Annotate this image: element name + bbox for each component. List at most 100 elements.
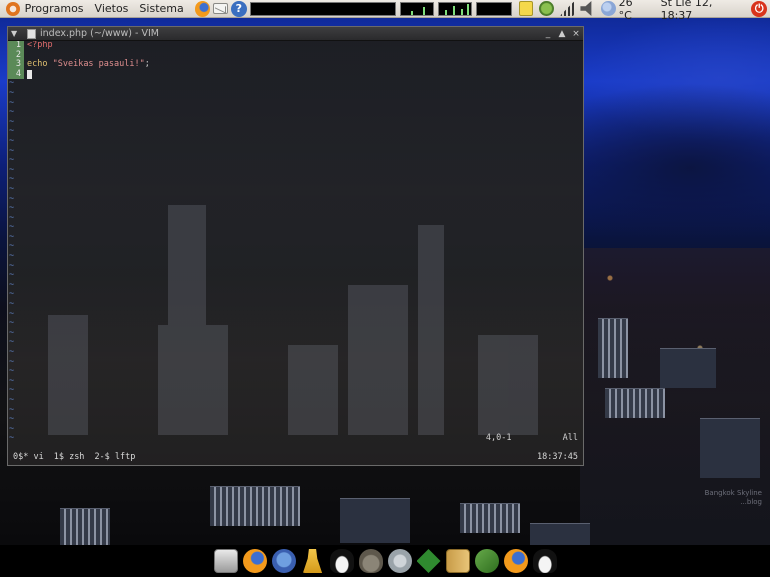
empty-buffer-line: ~	[8, 357, 583, 368]
code-token: ;	[144, 59, 150, 70]
building	[460, 503, 520, 533]
system-monitor-cpu[interactable]	[249, 1, 396, 16]
gimp-icon[interactable]	[358, 549, 383, 573]
firefox-icon[interactable]	[242, 549, 267, 573]
code-line[interactable]: 3 echo "Sveikas pasauli!";	[8, 59, 583, 70]
empty-buffer-line: ~	[8, 194, 583, 205]
minimize-button[interactable]: _	[541, 29, 555, 39]
code-token: echo	[27, 59, 48, 70]
watermark-line: Bangkok Skyline	[704, 489, 762, 497]
code-line[interactable]: 4	[8, 69, 583, 80]
volume-icon[interactable]	[580, 1, 592, 16]
empty-buffer-line: ~	[8, 88, 583, 99]
tux-icon[interactable]	[329, 549, 354, 573]
building	[598, 318, 628, 378]
menu-places[interactable]: Vietos	[95, 2, 129, 15]
empty-buffer-line: ~	[8, 347, 583, 358]
bottom-dock	[0, 545, 770, 577]
text-cursor	[27, 69, 32, 79]
disk-icon[interactable]	[387, 549, 412, 573]
empty-buffer-line: ~	[8, 242, 583, 252]
notes-icon[interactable]	[518, 1, 534, 16]
system-monitor-mem[interactable]	[399, 1, 435, 16]
building	[700, 418, 760, 478]
empty-buffer-line: ~	[8, 156, 583, 166]
ruler-position: 4,0-1	[485, 433, 512, 444]
empty-buffer-line: ~	[8, 338, 583, 348]
empty-buffer-line: ~	[8, 415, 583, 425]
tux-icon[interactable]	[532, 549, 557, 573]
firefox-icon[interactable]	[194, 0, 211, 17]
mail-icon[interactable]	[213, 3, 229, 14]
empty-buffer-line: ~	[8, 146, 583, 157]
code-token: <?php	[27, 41, 53, 50]
empty-buffer-line: ~	[8, 376, 583, 387]
empty-buffer-line: ~	[8, 367, 583, 377]
window-title: index.php (~/www) - VIM	[40, 28, 159, 39]
menu-applications[interactable]: Programos	[25, 2, 84, 15]
temperature-label[interactable]: 26 °C	[619, 0, 649, 22]
screen-status-bar: 0$* vi 1$ zsh 2-$ lftp 18:37:45	[8, 450, 583, 465]
empty-buffer-line: ~	[8, 108, 583, 118]
power-icon[interactable]: ⏻	[751, 0, 767, 17]
help-icon[interactable]: ?	[231, 0, 247, 17]
weather-icon[interactable]	[601, 1, 616, 16]
empty-buffer-line: ~	[8, 328, 583, 339]
vim-window[interactable]: ▼ index.php (~/www) - VIM _ ▲ × 1 <?php 2 3…	[7, 26, 584, 466]
vim-icon[interactable]	[416, 549, 441, 573]
wallpaper-watermark: Bangkok Skyline ...blog	[705, 489, 762, 507]
empty-buffer-line: ~	[8, 395, 583, 406]
empty-buffer-line: ~	[8, 184, 583, 195]
window-titlebar[interactable]: ▼ index.php (~/www) - VIM _ ▲ ×	[8, 27, 583, 41]
code-token: "Sveikas pasauli!"	[52, 59, 145, 70]
empty-buffer-line: ~	[8, 79, 583, 89]
empty-buffer-line: ~	[8, 223, 583, 233]
ubuntu-logo-icon[interactable]	[6, 1, 20, 16]
system-monitor-net[interactable]	[438, 1, 473, 16]
empty-buffer-line: ~	[8, 280, 583, 291]
tilde-marker: ~	[9, 433, 15, 444]
pawn-icon[interactable]	[302, 549, 323, 573]
archive-icon[interactable]	[445, 549, 470, 573]
empty-buffer-line: ~	[8, 405, 583, 416]
pidgin-icon[interactable]	[271, 549, 296, 573]
system-monitor-disk[interactable]	[476, 1, 512, 16]
signal-strength-icon[interactable]	[559, 1, 575, 16]
empty-buffer-line: ~	[8, 203, 583, 214]
screen-window-tab[interactable]: 1$ zsh	[54, 452, 85, 463]
code-line[interactable]: 1 <?php	[8, 41, 583, 51]
top-panel: Programos Vietos Sistema ? 26 °C Št Lie …	[0, 0, 770, 22]
empty-buffer-line: ~	[8, 127, 583, 137]
clock[interactable]: Št Lie 12, 18:37	[661, 0, 746, 22]
document-icon	[27, 28, 36, 39]
code-editor[interactable]: 1 <?php 2 3 echo "Sveikas pasauli!"; 4 ~ ~ ~ ~ ~ ~ ~…	[8, 41, 583, 444]
empty-buffer-line: ~	[8, 261, 583, 272]
empty-buffer-line: ~	[8, 319, 583, 329]
building	[340, 498, 410, 543]
empty-buffer-line: ~	[8, 232, 583, 243]
empty-buffer-line: ~	[8, 98, 583, 109]
empty-buffer-line: ~	[8, 290, 583, 300]
window-menu-icon[interactable]: ▼	[11, 29, 23, 38]
network-icon[interactable]	[539, 1, 554, 16]
empty-buffer-line: ~	[8, 175, 583, 185]
empty-buffer-line: ~	[8, 251, 583, 262]
empty-buffer-line: ~	[8, 309, 583, 320]
menu-system[interactable]: Sistema	[139, 2, 183, 15]
screen-window-tab[interactable]: 2-$ lftp	[94, 452, 135, 463]
ruler-scroll: All	[562, 433, 578, 444]
screen-window-tab[interactable]: 0$* vi	[13, 452, 44, 463]
close-button[interactable]: ×	[569, 29, 583, 39]
screen-time: 18:37:45	[537, 451, 578, 462]
empty-buffer-line: ~	[8, 165, 583, 176]
building	[210, 486, 300, 526]
media-icon[interactable]	[213, 549, 238, 573]
building	[660, 348, 716, 388]
watermark-line: ...blog	[740, 498, 762, 506]
maximize-button[interactable]: ▲	[555, 29, 569, 39]
firefox-icon[interactable]	[503, 549, 528, 573]
empty-buffer-line: ~	[8, 213, 583, 224]
vim-ruler: 4,0-1 All	[486, 434, 578, 444]
terminal-area[interactable]: 1 <?php 2 3 echo "Sveikas pasauli!"; 4 ~ ~ ~ ~ ~ ~ ~…	[8, 41, 583, 465]
tools-icon[interactable]	[474, 549, 499, 573]
